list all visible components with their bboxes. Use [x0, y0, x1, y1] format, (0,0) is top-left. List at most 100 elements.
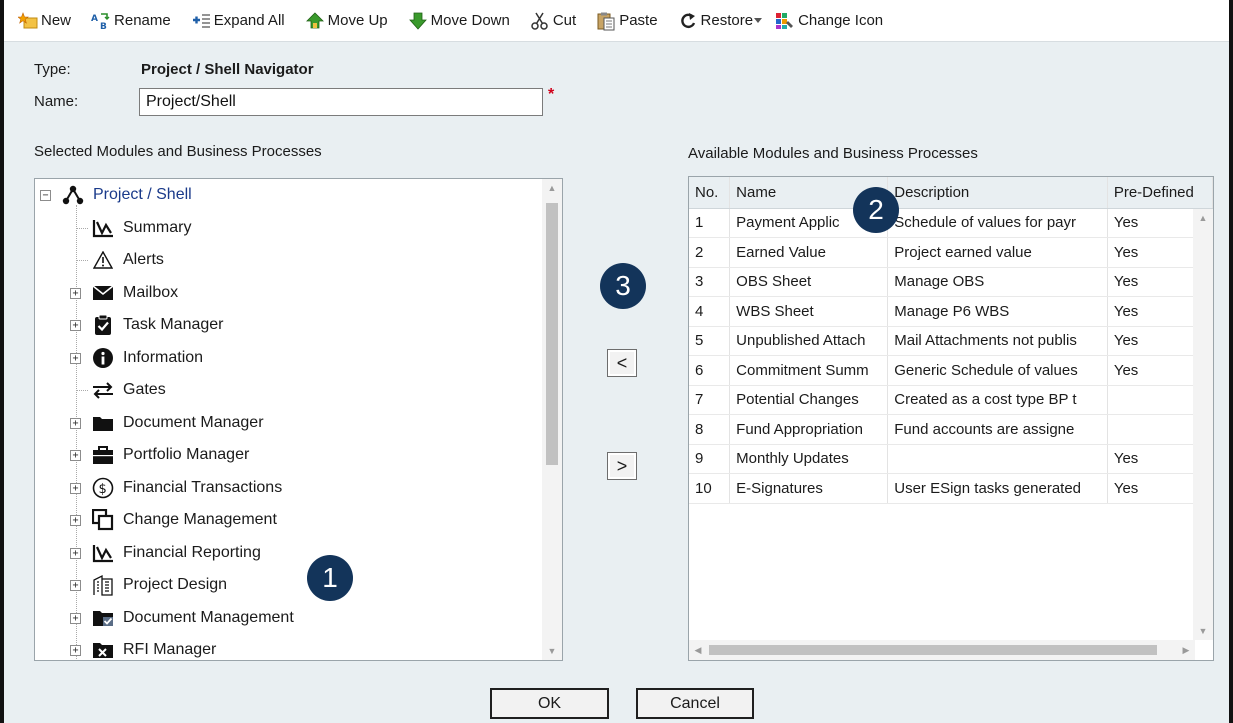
- available-modules-table[interactable]: No. Name Description Pre-Defined 1 Paymen…: [688, 176, 1214, 661]
- table-row[interactable]: 8 Fund Appropriation Fund accounts are ass…: [689, 414, 1213, 445]
- scroll-down-icon[interactable]: ▼: [542, 642, 562, 660]
- scroll-up-icon[interactable]: ▲: [542, 179, 562, 197]
- collapse-icon[interactable]: −: [40, 189, 51, 201]
- tree-item[interactable]: Change Management: [91, 505, 277, 535]
- expand-icon[interactable]: +: [70, 417, 81, 429]
- table-row[interactable]: 4 WBS Sheet Manage P6 WBS Yes: [689, 296, 1213, 327]
- expand-icon[interactable]: +: [70, 352, 81, 364]
- tree-item[interactable]: Portfolio Manager: [91, 440, 249, 470]
- tree-item[interactable]: Task Manager: [91, 310, 224, 340]
- restore-button[interactable]: Restore: [672, 6, 760, 36]
- expand-icon[interactable]: +: [70, 287, 81, 299]
- move-up-button[interactable]: Move Up: [299, 6, 394, 36]
- restore-dropdown-icon[interactable]: [753, 6, 763, 36]
- table-row[interactable]: 7 Potential Changes Created as a cost type…: [689, 385, 1213, 415]
- cell-description: User ESign tasks generated: [887, 473, 1108, 504]
- tree-item[interactable]: Summary: [91, 213, 191, 243]
- move-down-label: Move Down: [430, 12, 510, 29]
- type-value: Project / Shell Navigator: [141, 61, 314, 78]
- tree-item[interactable]: Alerts: [91, 245, 164, 275]
- move-up-label: Move Up: [327, 12, 388, 29]
- envelope-icon: [91, 281, 115, 305]
- tree-item[interactable]: Document Management: [91, 603, 294, 633]
- cell-no: 9: [689, 444, 731, 474]
- cell-description: [887, 444, 1108, 474]
- rename-button[interactable]: AB Rename: [85, 6, 177, 36]
- cell-description: Project earned value: [887, 237, 1108, 268]
- toolbar: New AB Rename Expand All Move Up Move Do…: [4, 0, 1229, 42]
- paste-label: Paste: [619, 12, 658, 29]
- column-header-description[interactable]: Description: [887, 177, 1108, 209]
- cell-description: Manage P6 WBS: [887, 296, 1108, 327]
- cell-name: Fund Appropriation: [729, 414, 889, 445]
- expand-icon[interactable]: +: [70, 580, 81, 591]
- change-icon-button[interactable]: Change Icon: [769, 6, 889, 36]
- table-row[interactable]: 2 Earned Value Project earned value Yes: [689, 237, 1213, 268]
- expand-all-button[interactable]: Expand All: [185, 6, 291, 36]
- tree-scroll-thumb[interactable]: [546, 203, 558, 465]
- table-row[interactable]: 10 E-Signatures User ESign tasks generated…: [689, 473, 1213, 504]
- table-scroll-down-icon[interactable]: ▼: [1193, 622, 1213, 640]
- table-vertical-scrollbar[interactable]: ▲ ▼: [1193, 209, 1213, 640]
- table-row[interactable]: 9 Monthly Updates Yes: [689, 444, 1213, 474]
- tree-vertical-scrollbar[interactable]: ▲ ▼: [542, 179, 562, 660]
- restore-icon: [678, 11, 698, 31]
- new-button[interactable]: New: [12, 6, 77, 36]
- move-down-button[interactable]: Move Down: [402, 6, 516, 36]
- cell-name: Commitment Summ: [729, 355, 889, 386]
- table-scroll-up-icon[interactable]: ▲: [1193, 209, 1213, 227]
- cell-name: Unpublished Attach: [729, 326, 889, 356]
- table-row[interactable]: 6 Commitment Summ Generic Schedule of valu…: [689, 355, 1213, 386]
- tree-item[interactable]: Mailbox: [91, 278, 178, 308]
- table-scroll-thumb[interactable]: [709, 645, 1157, 655]
- cell-name: Earned Value: [729, 237, 889, 268]
- building-icon: [91, 573, 115, 597]
- briefcase-icon: [91, 443, 115, 467]
- table-row[interactable]: 1 Payment Applic Schedule of values for pa…: [689, 208, 1213, 238]
- tree-item[interactable]: Document Manager: [91, 408, 264, 438]
- selected-modules-tree[interactable]: − Project / Shell Summary Alerts + Mailbox +…: [34, 178, 563, 661]
- ok-button[interactable]: OK: [490, 688, 609, 719]
- expand-icon[interactable]: +: [70, 320, 81, 331]
- column-header-no[interactable]: No.: [689, 177, 731, 209]
- tree-item-label: Alerts: [123, 251, 164, 268]
- expand-icon[interactable]: +: [70, 515, 81, 526]
- expand-icon[interactable]: +: [70, 645, 81, 656]
- cell-name: Potential Changes: [729, 385, 889, 415]
- scroll-left-icon[interactable]: ◀: [689, 640, 707, 660]
- tree-item-label: Financial Reporting: [123, 543, 261, 561]
- table-row[interactable]: 3 OBS Sheet Manage OBS Yes: [689, 267, 1213, 297]
- tree-guide-branch: [76, 390, 88, 391]
- name-input[interactable]: [139, 88, 543, 116]
- expand-icon[interactable]: +: [70, 547, 81, 559]
- expand-icon[interactable]: +: [70, 482, 81, 494]
- expand-icon[interactable]: +: [70, 450, 81, 461]
- table-row[interactable]: 5 Unpublished Attach Mail Attachments not …: [689, 326, 1213, 356]
- paste-button[interactable]: Paste: [590, 6, 663, 36]
- tree-item[interactable]: Information: [91, 343, 203, 373]
- window-frame-right: [1229, 0, 1233, 723]
- column-header-predefined[interactable]: Pre-Defined: [1107, 177, 1213, 209]
- tree-guide-branch: [76, 227, 88, 229]
- table-horizontal-scrollbar[interactable]: ◀ ▶: [689, 640, 1195, 660]
- tree-item[interactable]: Gates: [91, 375, 166, 405]
- expand-all-icon: [191, 11, 211, 31]
- tree-item[interactable]: $ Financial Transactions: [91, 473, 282, 503]
- remove-from-selected-button[interactable]: >: [607, 452, 637, 480]
- callout-3: 3: [600, 263, 646, 309]
- tree-item[interactable]: RFI Manager: [91, 635, 216, 660]
- add-to-selected-button[interactable]: <: [607, 349, 637, 377]
- tree-item-label: Change Management: [123, 511, 277, 528]
- tree-item-label: Document Manager: [123, 413, 264, 431]
- tree-item-label: Information: [123, 348, 204, 366]
- tree-item[interactable]: Project Design: [91, 570, 227, 600]
- tree-item[interactable]: Financial Reporting: [91, 538, 261, 568]
- tree-root[interactable]: − Project / Shell: [40, 180, 192, 210]
- cut-button[interactable]: Cut: [524, 6, 582, 36]
- cancel-button[interactable]: Cancel: [636, 688, 754, 719]
- scroll-right-icon[interactable]: ▶: [1177, 640, 1195, 660]
- expand-icon[interactable]: +: [70, 612, 81, 624]
- cell-description: Generic Schedule of values: [887, 355, 1108, 386]
- cell-name: E-Signatures: [729, 473, 889, 504]
- cell-name: Monthly Updates: [729, 444, 889, 474]
